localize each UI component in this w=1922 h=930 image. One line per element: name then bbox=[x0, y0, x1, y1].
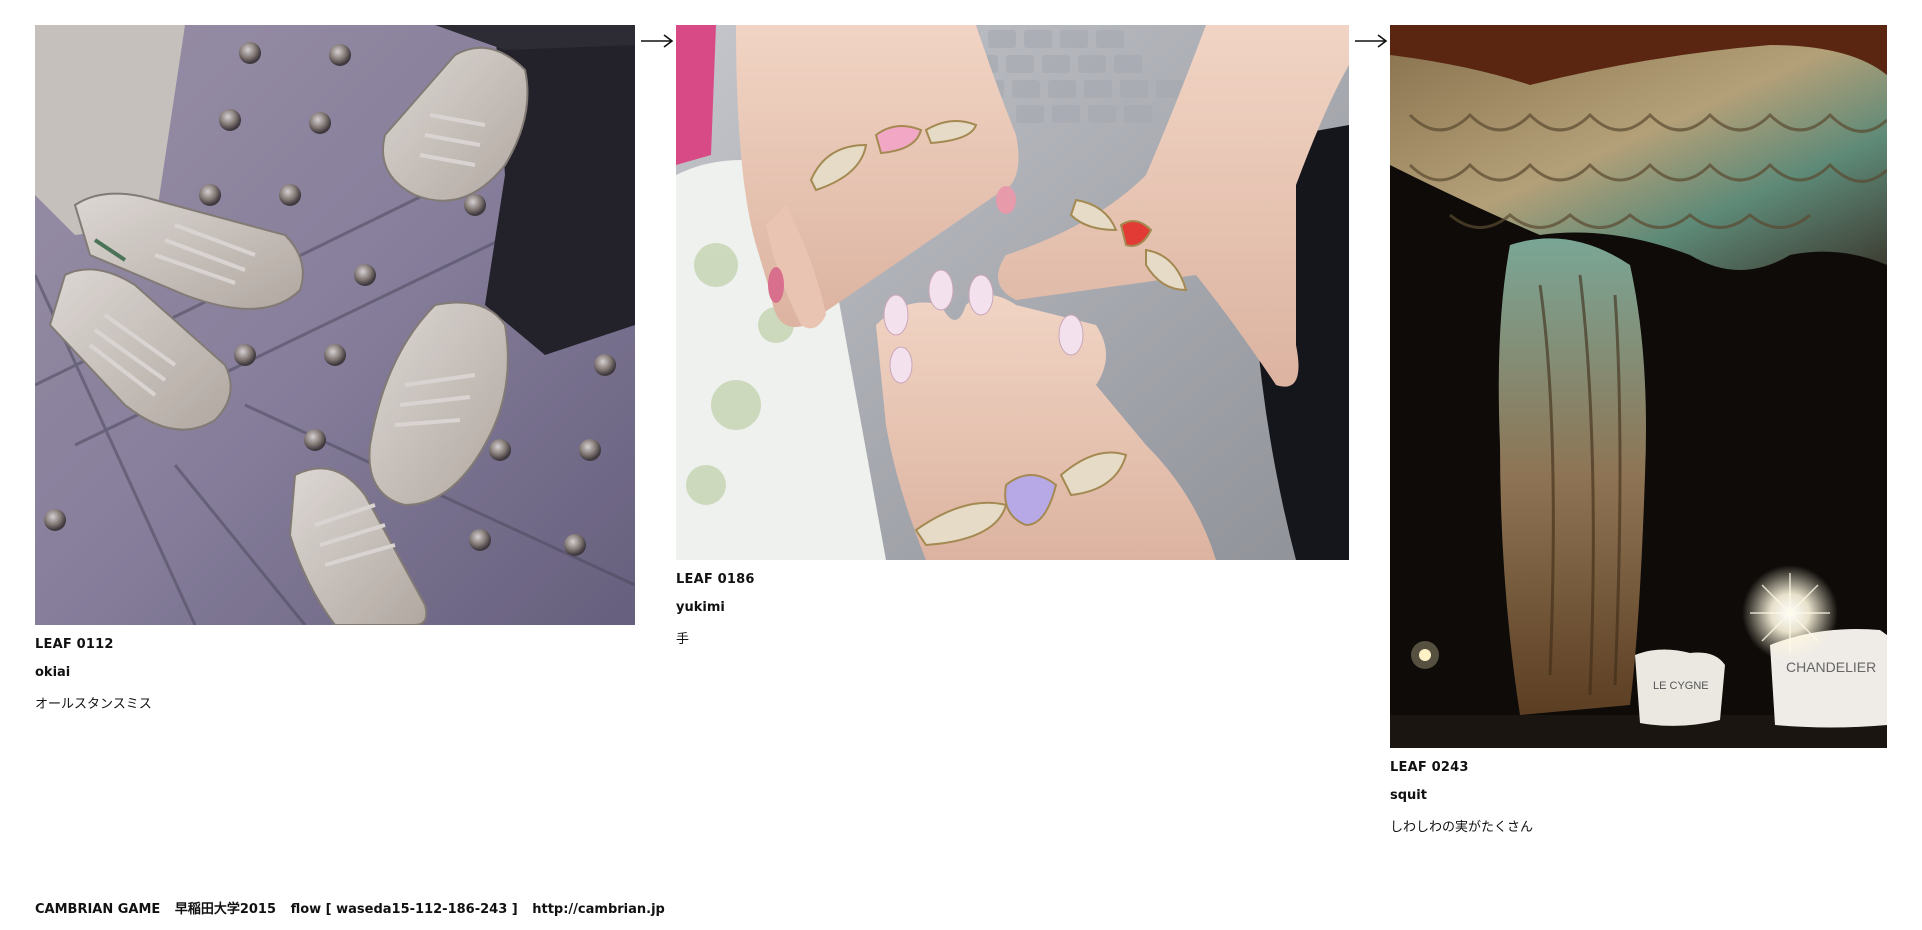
leaf-title: オールスタンスミス bbox=[35, 697, 152, 712]
leaf-author[interactable]: okiai bbox=[35, 665, 70, 680]
site-link[interactable]: http://cambrian.jp bbox=[532, 902, 665, 917]
game-name: CAMBRIAN GAME bbox=[35, 902, 161, 917]
stage-sign-text: LE CYGNE bbox=[1653, 680, 1709, 692]
flow-arrow-icon bbox=[641, 34, 674, 48]
leaf-card-0243: LE CYGNE CHANDELIER LEAF 0243 squit しわしわ… bbox=[1390, 25, 1887, 835]
leaf-title: しわしわの実がたくさん bbox=[1390, 820, 1534, 835]
stage-sign-text: CHANDELIER bbox=[1786, 659, 1876, 675]
leaf-photo-sneakers[interactable] bbox=[35, 25, 635, 625]
leaf-author[interactable]: squit bbox=[1390, 788, 1427, 803]
leaf-id: LEAF 0186 bbox=[676, 572, 755, 587]
leaf-author[interactable]: yukimi bbox=[676, 600, 725, 615]
footer-credits: CAMBRIAN GAME 早稲田大学2015 flow [ waseda15-… bbox=[35, 898, 665, 917]
leaf-title: 手 bbox=[676, 632, 690, 647]
leaf-id: LEAF 0112 bbox=[35, 637, 114, 652]
leaf-photo-curtain[interactable]: LE CYGNE CHANDELIER bbox=[1390, 25, 1887, 748]
flow-id: flow [ waseda15-112-186-243 ] bbox=[290, 902, 518, 917]
flow-arrow-icon bbox=[1355, 34, 1388, 48]
leaf-photo-hands[interactable] bbox=[676, 25, 1349, 560]
leaf-id: LEAF 0243 bbox=[1390, 760, 1469, 775]
leaf-card-0186: LEAF 0186 yukimi 手 bbox=[676, 25, 1349, 647]
leaf-card-0112: LEAF 0112 okiai オールスタンスミス bbox=[35, 25, 635, 712]
event-name: 早稲田大学2015 bbox=[174, 902, 277, 917]
